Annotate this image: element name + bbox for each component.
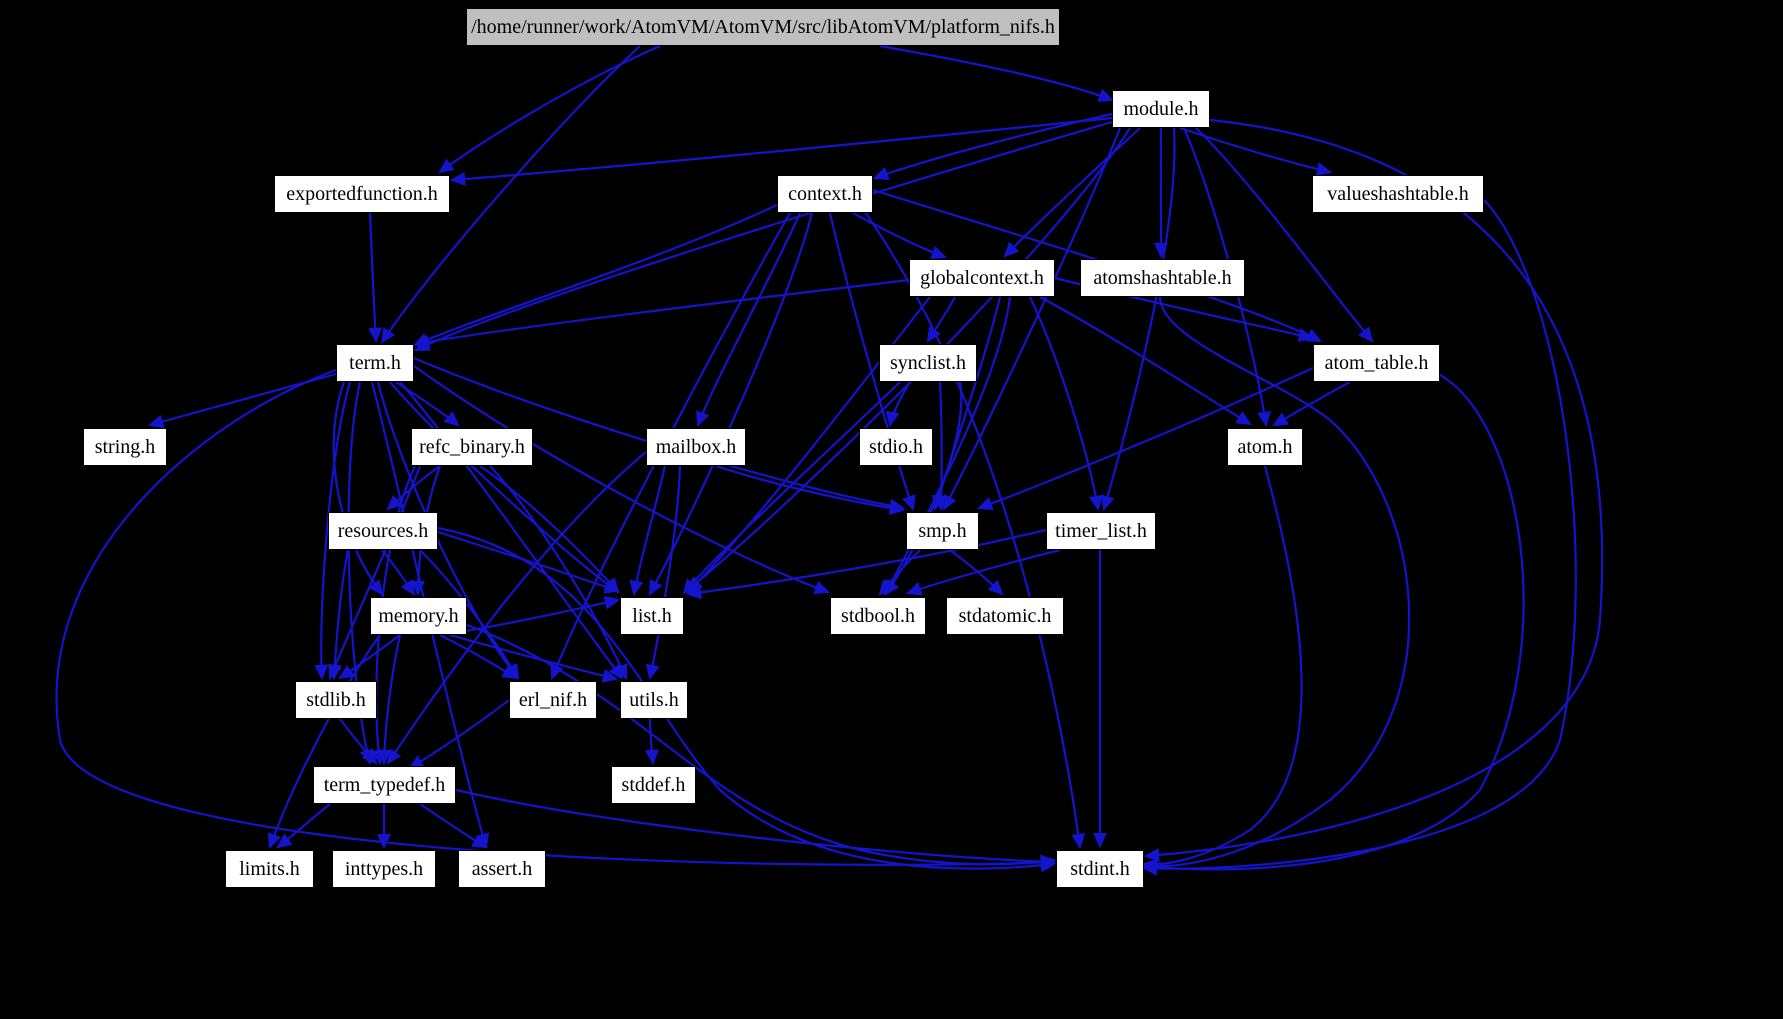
graph-node-timer_list[interactable]: timer_list.h [1046,512,1156,550]
graph-edge [413,278,910,349]
graph-node-label: string.h [94,436,156,458]
graph-node-label: assert.h [471,858,533,880]
graph-node-label: atom.h [1237,436,1293,458]
graph-node-term[interactable]: term.h [336,344,414,382]
graph-edge [389,381,620,594]
graph-node-synclist[interactable]: synclist.h [879,344,977,382]
graph-node-list[interactable]: list.h [620,597,684,635]
graph-edge [377,634,402,766]
graph-node-label: atom_table.h [1324,352,1429,374]
graph-edge [696,212,802,428]
graph-node-label: resources.h [337,520,429,542]
graph-edge [852,212,948,260]
graph-node-mailbox[interactable]: mailbox.h [646,428,746,466]
graph-node-label: exportedfunction.h [286,183,438,205]
graph-edge [327,549,350,681]
graph-node-resources[interactable]: resources.h [328,512,438,550]
graph-node-string[interactable]: string.h [83,428,167,466]
graph-node-label: atomshashtable.h [1093,267,1232,289]
graph-node-atomshashtable[interactable]: atomshashtable.h [1080,259,1245,297]
graph-edge [1141,374,1525,875]
graph-node-label: mailbox.h [655,436,737,458]
graph-node-exportedfunction[interactable]: exportedfunction.h [274,175,450,213]
graph-node-label: refc_binary.h [419,436,525,458]
graph-edge [412,204,778,347]
graph-node-stdlib[interactable]: stdlib.h [295,681,377,719]
graph-node-label: smp.h [918,520,967,542]
graph-node-label: synclist.h [889,352,967,374]
graph-node-label: stdlib.h [306,689,366,711]
graph-edge [449,633,619,683]
graph-edge [879,44,1115,102]
graph-edge [479,465,620,594]
graph-node-label: limits.h [239,858,300,880]
graph-node-utils[interactable]: utils.h [620,681,688,719]
graph-edge [1141,465,1303,873]
graph-edge [872,112,1113,181]
graph-node-smp[interactable]: smp.h [906,512,979,550]
graph-node-label: inttypes.h [344,858,424,880]
graph-node-globalcontext[interactable]: globalcontext.h [909,259,1055,297]
graph-node-label: stddef.h [621,774,686,796]
graph-node-atom_table[interactable]: atom_table.h [1313,344,1440,382]
graph-node-label: memory.h [378,605,459,627]
graph-edge [1143,118,1604,863]
graph-node-stdatomic[interactable]: stdatomic.h [946,597,1064,635]
graph-node-assert[interactable]: assert.h [458,850,546,888]
graph-node-label: stdbool.h [841,605,915,627]
graph-node-erl_nif[interactable]: erl_nif.h [509,681,597,719]
graph-node-label: utils.h [629,689,679,711]
graph-node-limits[interactable]: limits.h [225,850,314,888]
graph-edge [368,212,383,344]
graph-node-label: timer_list.h [1055,520,1147,542]
graph-node-label: list.h [632,605,672,627]
graph-node-atom[interactable]: atom.h [1227,428,1303,466]
graph-node-label: context.h [788,183,862,205]
graph-node-label: stdio.h [869,436,923,458]
graph-edge [332,381,384,596]
graph-node-label: stdint.h [1070,858,1130,880]
graph-edge [339,718,378,765]
graph-node-memory[interactable]: memory.h [370,597,467,635]
graph-node-stdbool[interactable]: stdbool.h [830,597,926,635]
graph-edge [884,381,963,596]
graph-edge [449,116,1113,187]
graph-node-valueshashtable[interactable]: valueshashtable.h [1312,175,1484,213]
graph-edge [905,548,1061,596]
graph-edge [438,44,661,174]
graph-node-label: term_typedef.h [323,774,446,796]
graph-node-label: /home/runner/work/AtomVM/AtomVM/src/libA… [471,16,1055,38]
graph-node-context[interactable]: context.h [777,175,873,213]
graph-node-label: term.h [349,352,401,374]
graph-node-refc_binary[interactable]: refc_binary.h [411,428,533,466]
graph-node-stdint[interactable]: stdint.h [1056,850,1144,888]
graph-node-module[interactable]: module.h [1112,90,1210,128]
include-dependency-graph: /home/runner/work/AtomVM/AtomVM/src/libA… [0,0,1783,1019]
graph-node-label: erl_nif.h [518,689,588,711]
graph-node-label: module.h [1123,98,1199,120]
graph-node-stddef[interactable]: stddef.h [611,766,696,804]
graph-edge [645,465,682,681]
graph-node-platform_nifs: /home/runner/work/AtomVM/AtomVM/src/libA… [466,8,1060,46]
graph-node-inttypes[interactable]: inttypes.h [332,850,436,888]
graph-edge [466,623,1057,869]
graph-node-label: globalcontext.h [920,267,1044,289]
graph-edge [1272,381,1351,427]
graph-node-term_typedef[interactable]: term_typedef.h [313,766,456,804]
graph-edge [276,803,331,849]
graph-edge [267,634,381,850]
graph-edge [1100,127,1176,512]
graph-edge [1029,296,1103,512]
graph-edge [878,549,921,596]
graph-node-label: valueshashtable.h [1327,183,1469,205]
graph-edge [644,718,660,766]
graph-node-label: stdatomic.h [958,605,1052,627]
graph-edge [926,296,956,343]
graph-node-stdio[interactable]: stdio.h [859,428,933,466]
graph-edge [338,634,401,680]
